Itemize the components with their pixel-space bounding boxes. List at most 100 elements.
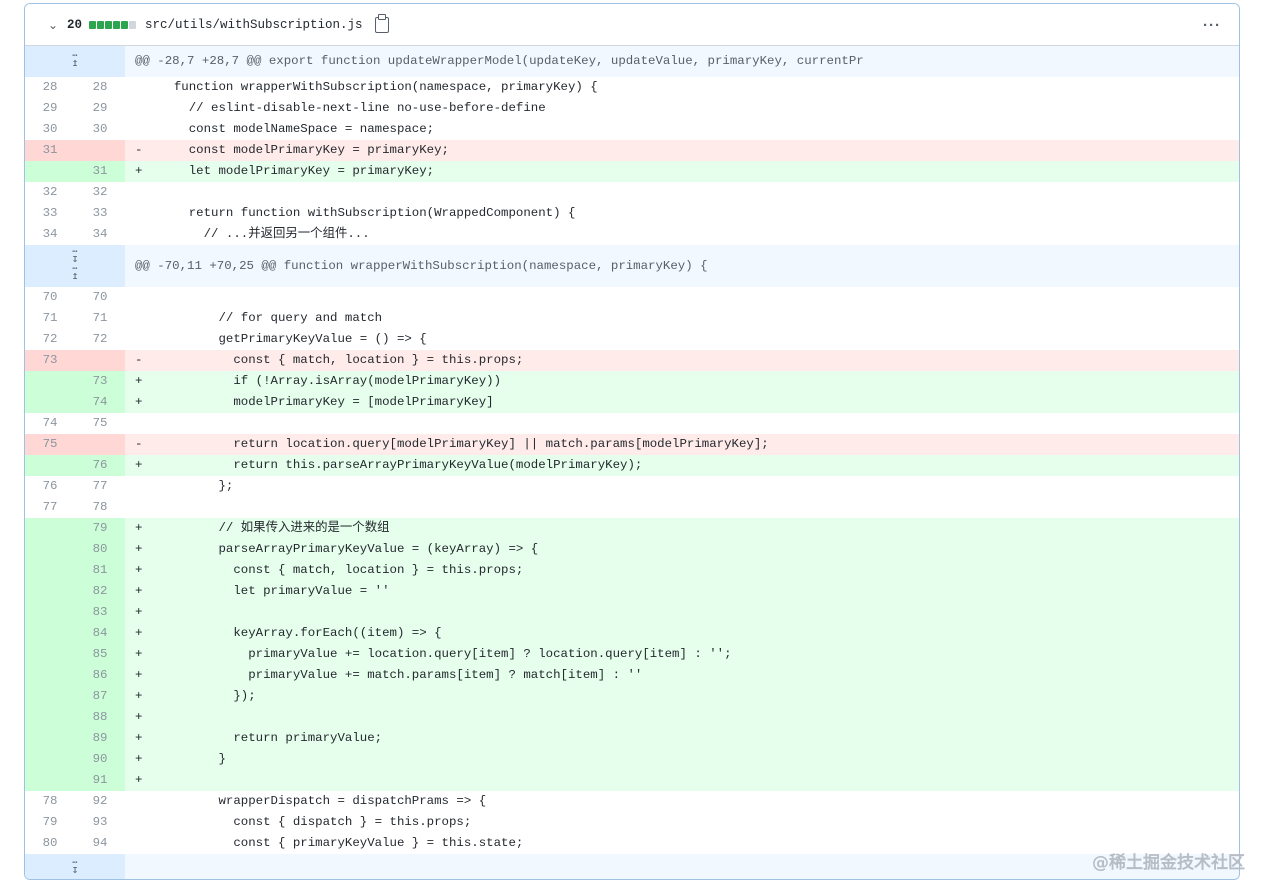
new-line-number[interactable]: 87 [75,686,125,707]
added-line: 80 + parseArrayPrimaryKeyValue = (keyArra… [25,539,1239,560]
old-line-number[interactable] [25,623,75,644]
new-line-number[interactable] [75,434,125,455]
old-line-number[interactable] [25,371,75,392]
old-line-number[interactable]: 30 [25,119,75,140]
new-line-number[interactable]: 78 [75,497,125,518]
new-line-number[interactable]: 70 [75,287,125,308]
old-line-number[interactable] [25,749,75,770]
new-line-number[interactable]: 73 [75,371,125,392]
file-path[interactable]: src/utils/withSubscription.js [145,18,363,32]
new-line-number[interactable]: 31 [75,161,125,182]
new-line-number[interactable]: 75 [75,413,125,434]
new-line-number[interactable]: 92 [75,791,125,812]
old-line-number[interactable]: 75 [25,434,75,455]
new-line-number[interactable]: 85 [75,644,125,665]
new-line-number[interactable]: 89 [75,728,125,749]
old-line-number[interactable] [25,602,75,623]
code-text: const modelNameSpace = namespace; [159,122,435,136]
old-line-number[interactable]: 77 [25,497,75,518]
new-line-number[interactable]: 90 [75,749,125,770]
old-line-number[interactable] [25,161,75,182]
old-line-number[interactable] [25,644,75,665]
old-line-number[interactable] [25,392,75,413]
new-line-number[interactable]: 84 [75,623,125,644]
diffstat-block [129,20,137,29]
expand-down-button[interactable]: ⋯ ↧ [25,854,125,879]
new-line-number[interactable]: 79 [75,518,125,539]
code-text: keyArray.forEach((item) => { [159,626,442,640]
old-line-number[interactable] [25,455,75,476]
new-line-number[interactable]: 77 [75,476,125,497]
expand-both-button[interactable]: ⋯ ↧ ⋯ ↥ [25,245,125,287]
new-line-number[interactable]: 34 [75,224,125,245]
old-line-number[interactable] [25,539,75,560]
old-line-number[interactable] [25,560,75,581]
old-line-number[interactable] [25,581,75,602]
added-line: 73 + if (!Array.isArray(modelPrimaryKey)) [25,371,1239,392]
new-line-number[interactable]: 76 [75,455,125,476]
old-line-number[interactable]: 34 [25,224,75,245]
old-line-number[interactable] [25,686,75,707]
new-line-number[interactable]: 71 [75,308,125,329]
old-line-number[interactable]: 79 [25,812,75,833]
added-line: 79 + // 如果传入进来的是一个数组 [25,518,1239,539]
added-line: 84 + keyArray.forEach((item) => { [25,623,1239,644]
old-line-number[interactable]: 80 [25,833,75,854]
old-line-number[interactable]: 33 [25,203,75,224]
new-line-number[interactable] [75,140,125,161]
old-line-number[interactable] [25,665,75,686]
new-line-number[interactable]: 74 [75,392,125,413]
diff-marker: - [135,437,143,451]
new-line-number[interactable]: 91 [75,770,125,791]
new-line-number[interactable]: 72 [75,329,125,350]
new-line-number[interactable]: 28 [75,77,125,98]
chevron-down-icon[interactable]: ⌄ [45,17,61,33]
more-options-icon[interactable]: ··· [1203,17,1221,34]
new-line-number[interactable]: 29 [75,98,125,119]
diffstat-block [105,20,113,29]
old-line-number[interactable] [25,770,75,791]
deleted-line: 75 - return location.query[modelPrimaryKe… [25,434,1239,455]
context-line: 78 92 wrapperDispatch = dispatchPrams => … [25,791,1239,812]
new-line-number[interactable]: 83 [75,602,125,623]
new-line-number[interactable]: 32 [75,182,125,203]
old-line-number[interactable] [25,518,75,539]
new-line-number[interactable]: 33 [75,203,125,224]
diffstat-blocks [89,20,137,29]
code-text: getPrimaryKeyValue = () => { [159,332,427,346]
old-line-number[interactable]: 73 [25,350,75,371]
old-line-number[interactable] [25,707,75,728]
new-line-number[interactable] [75,350,125,371]
added-line: 85 + primaryValue += location.query[item]… [25,644,1239,665]
diff-marker: + [135,563,143,577]
old-line-number[interactable]: 31 [25,140,75,161]
code-text: if (!Array.isArray(modelPrimaryKey)) [159,374,502,388]
old-line-number[interactable]: 76 [25,476,75,497]
old-line-number[interactable]: 28 [25,77,75,98]
new-line-number[interactable]: 93 [75,812,125,833]
added-line: 31 + let modelPrimaryKey = primaryKey; [25,161,1239,182]
new-line-number[interactable]: 94 [75,833,125,854]
copy-icon[interactable] [374,13,389,33]
old-line-number[interactable]: 78 [25,791,75,812]
new-line-number[interactable]: 86 [75,665,125,686]
old-line-number[interactable]: 32 [25,182,75,203]
diff-file: ⌄ 20 src/utils/withSubscription.js ··· ⋯… [24,3,1240,880]
old-line-number[interactable]: 70 [25,287,75,308]
new-line-number[interactable]: 82 [75,581,125,602]
old-line-number[interactable]: 72 [25,329,75,350]
diff-marker: + [135,731,143,745]
diff-marker: + [135,374,143,388]
new-line-number[interactable]: 81 [75,560,125,581]
old-line-number[interactable]: 74 [25,413,75,434]
old-line-number[interactable]: 29 [25,98,75,119]
context-line: 77 78 [25,497,1239,518]
old-line-number[interactable] [25,728,75,749]
expand-up-button[interactable]: ⋯ ↥ [25,46,125,77]
new-line-number[interactable]: 80 [75,539,125,560]
old-line-number[interactable]: 71 [25,308,75,329]
new-line-number[interactable]: 30 [75,119,125,140]
diff-marker: + [135,395,143,409]
new-line-number[interactable]: 88 [75,707,125,728]
code-text: function wrapperWithSubscription(namespa… [159,80,598,94]
